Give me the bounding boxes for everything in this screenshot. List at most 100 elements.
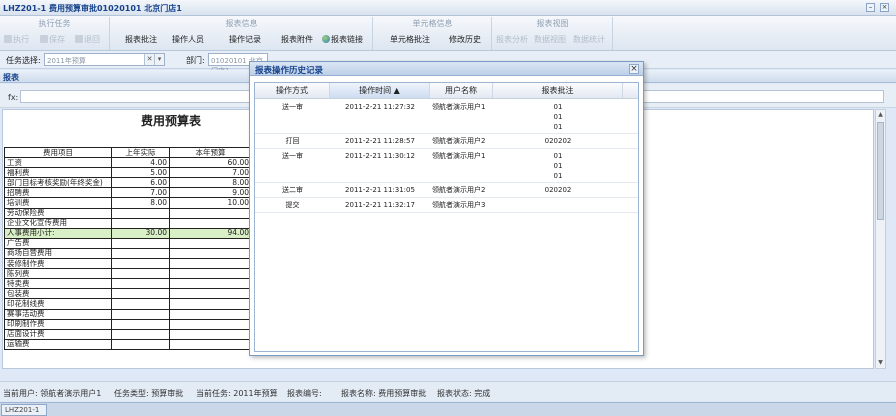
table-row[interactable]: 印刷制作费 [4, 318, 252, 330]
cell-budget[interactable]: 94.00 [169, 227, 252, 239]
cell-budget[interactable] [169, 237, 252, 249]
cell-prev-actual[interactable]: 7.00 [111, 187, 170, 199]
report-link-button[interactable]: 报表链接 [322, 34, 363, 45]
cell-budget[interactable]: 8.00 [169, 177, 252, 189]
cell-budget[interactable] [169, 328, 252, 340]
cell-item[interactable]: 招聘费 [4, 187, 112, 199]
scroll-up-icon[interactable]: ▲ [877, 111, 884, 119]
cell-item[interactable]: 培训费 [4, 197, 112, 209]
table-row[interactable]: 陈列费 [4, 268, 252, 280]
cell-item[interactable]: 部门目标考核奖励(年终奖金) [4, 177, 112, 189]
cell-prev-actual[interactable] [111, 268, 170, 280]
cell-budget[interactable] [169, 278, 252, 290]
cell-budget[interactable] [169, 338, 252, 350]
operators-button[interactable]: 操作人员 [172, 34, 204, 45]
col-action[interactable]: 操作方式 [255, 83, 330, 98]
clear-icon[interactable]: ✕ [144, 54, 154, 65]
cell-item[interactable]: 赛事活动费 [4, 308, 112, 320]
cell-item[interactable]: 企业文化宣传费用 [4, 217, 112, 229]
table-row[interactable]: 劳动保险费 [4, 207, 252, 219]
table-row[interactable]: 赛事活动费 [4, 308, 252, 320]
cell-prev-actual[interactable] [111, 288, 170, 300]
scroll-thumb[interactable] [877, 122, 884, 220]
cell-prev-actual[interactable]: 8.00 [111, 197, 170, 209]
cell-item[interactable]: 劳动保险费 [4, 207, 112, 219]
data-stats-button[interactable]: 数据统计 [573, 34, 605, 45]
cell-budget[interactable] [169, 298, 252, 310]
col-time[interactable]: 操作时间 ▲ [330, 83, 430, 98]
cell-prev-actual[interactable] [111, 217, 170, 229]
execute-button[interactable]: 执行 [4, 34, 29, 45]
cell-item[interactable]: 印花制线费 [4, 298, 112, 310]
close-window-button[interactable]: × [880, 3, 889, 12]
table-row[interactable]: 包装费 [4, 288, 252, 300]
cell-item[interactable]: 运输费 [4, 338, 112, 350]
cell-item[interactable]: 陈列费 [4, 268, 112, 280]
cell-item[interactable]: 印刷制作费 [4, 318, 112, 330]
cell-item[interactable]: 店面设计费 [4, 328, 112, 340]
cell-prev-actual[interactable] [111, 207, 170, 219]
cell-prev-actual[interactable] [111, 328, 170, 340]
cell-item[interactable]: 工资 [4, 157, 112, 169]
chevron-down-icon[interactable]: ▾ [154, 54, 164, 65]
table-row[interactable]: 印花制线费 [4, 298, 252, 310]
vertical-scrollbar[interactable]: ▲ ▼ [875, 109, 886, 369]
list-item[interactable]: 送一审 2011-2-21 11:30:12 领航者演示用户1 01 01 01 [255, 149, 638, 183]
data-view-button[interactable]: 数据视图 [534, 34, 566, 45]
tab-lhz201-1[interactable]: LHZ201-1 [1, 404, 47, 416]
cell-prev-actual[interactable] [111, 298, 170, 310]
table-row[interactable]: 招聘费 7.00 9.00 [4, 187, 252, 199]
cell-item[interactable]: 装修制作费 [4, 258, 112, 270]
cell-item[interactable]: 广告费 [4, 237, 112, 249]
cell-budget[interactable]: 60.00 [169, 157, 252, 169]
table-row[interactable]: 福利费 5.00 7.00 [4, 167, 252, 179]
scroll-down-icon[interactable]: ▼ [877, 359, 884, 367]
col-note[interactable]: 报表批注 [493, 83, 623, 98]
table-row[interactable]: 部门目标考核奖励(年终奖金) 6.00 8.00 [4, 177, 252, 189]
cell-prev-actual[interactable] [111, 308, 170, 320]
list-item[interactable]: 送一审 2011-2-21 11:27:32 领航者演示用户1 01 01 01 [255, 100, 638, 134]
list-item[interactable]: 打回 2011-2-21 11:28:57 领航者演示用户2 020202 [255, 134, 638, 149]
cell-budget[interactable]: 7.00 [169, 167, 252, 179]
cell-prev-actual[interactable] [111, 237, 170, 249]
table-row[interactable]: 装修制作费 [4, 258, 252, 270]
cell-prev-actual[interactable] [111, 278, 170, 290]
list-item[interactable]: 送二审 2011-2-21 11:31:05 领航者演示用户2 020202 [255, 183, 638, 198]
cell-budget[interactable] [169, 308, 252, 320]
list-item[interactable]: 提交 2011-2-21 11:32:17 领航者演示用户3 [255, 198, 638, 213]
cell-budget[interactable] [169, 288, 252, 300]
cell-budget[interactable]: 9.00 [169, 187, 252, 199]
cell-prev-actual[interactable] [111, 338, 170, 350]
operation-log-button[interactable]: 操作记录 [229, 34, 261, 45]
edit-history-button[interactable]: 修改历史 [449, 34, 481, 45]
cell-item[interactable]: 特卖费 [4, 278, 112, 290]
cell-prev-actual[interactable]: 30.00 [111, 227, 170, 239]
return-button[interactable]: 退回 [75, 34, 100, 45]
cell-item[interactable]: 福利费 [4, 167, 112, 179]
save-button[interactable]: 保存 [40, 34, 65, 45]
cell-budget[interactable] [169, 217, 252, 229]
table-row[interactable]: 广告费 [4, 237, 252, 249]
cell-item[interactable]: 包装费 [4, 288, 112, 300]
minimize-button[interactable]: – [866, 3, 875, 12]
report-comment-button[interactable]: 报表批注 [125, 34, 157, 45]
cell-item[interactable]: 商场自营费用 [4, 247, 112, 260]
task-select[interactable]: 2011年预算 ✕ ▾ [44, 53, 165, 66]
table-row[interactable]: 工资 4.00 60.00 [4, 157, 252, 169]
col-user[interactable]: 用户名称 [430, 83, 493, 98]
cell-prev-actual[interactable]: 6.00 [111, 177, 170, 189]
table-row[interactable]: 运输费 [4, 338, 252, 350]
cell-prev-actual[interactable] [111, 258, 170, 270]
cell-prev-actual[interactable]: 4.00 [111, 157, 170, 169]
cell-prev-actual[interactable] [111, 318, 170, 330]
table-row[interactable]: 特卖费 [4, 278, 252, 290]
cell-budget[interactable] [169, 268, 252, 280]
report-analysis-button[interactable]: 报表分析 [496, 34, 528, 45]
cell-budget[interactable] [169, 318, 252, 330]
table-row[interactable]: 人事费用小计: 30.00 94.00 [4, 227, 252, 239]
table-row[interactable]: 店面设计费 [4, 328, 252, 340]
cell-prev-actual[interactable]: 5.00 [111, 167, 170, 179]
table-row[interactable]: 培训费 8.00 10.00 [4, 197, 252, 209]
cell-prev-actual[interactable] [111, 247, 170, 260]
table-row[interactable]: 企业文化宣传费用 [4, 217, 252, 229]
